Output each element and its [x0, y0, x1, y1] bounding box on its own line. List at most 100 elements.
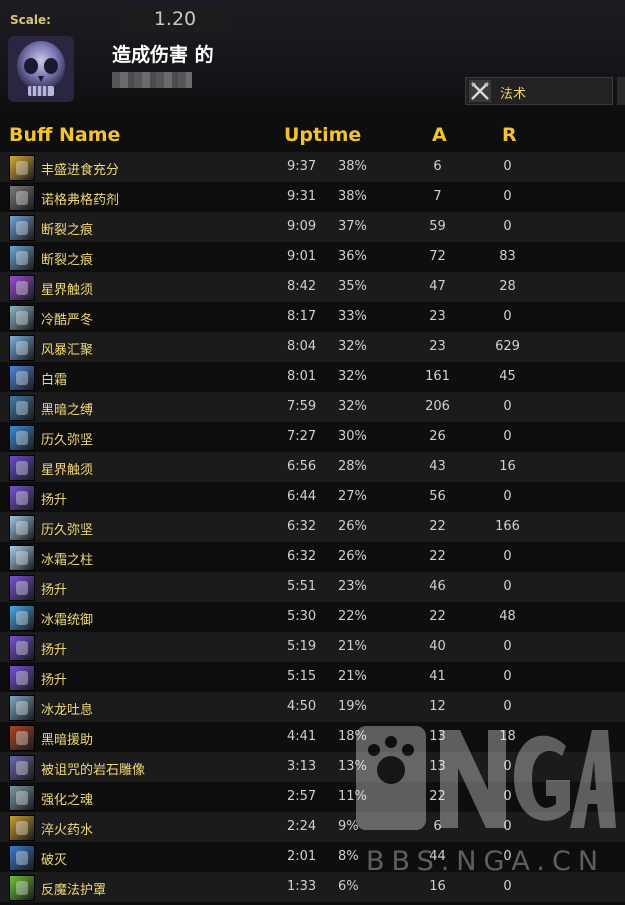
table-row[interactable]: 冰龙吐息 4:50 19% 12 0 — [0, 692, 625, 722]
buff-name: 被诅咒的岩石雕像 — [41, 763, 146, 778]
refreshes-count: 0 — [503, 219, 512, 234]
food-icon — [9, 155, 35, 181]
uptime-time: 2:57 — [287, 789, 317, 804]
uptime-percent: 36% — [338, 249, 367, 264]
applications-count: 23 — [429, 309, 446, 324]
frost-shard-icon — [9, 215, 35, 241]
uptime-percent: 13% — [338, 759, 367, 774]
uptime-percent: 38% — [338, 189, 367, 204]
table-row[interactable]: 白霜 8:01 32% 161 45 — [0, 362, 625, 392]
icon-highlight — [16, 881, 28, 895]
table-row[interactable]: 历久弥坚 6:32 26% 22 166 — [0, 512, 625, 542]
refreshes-count: 0 — [503, 639, 512, 654]
watermark-text: BBS.NGA.CN — [366, 846, 606, 877]
refreshes-count: 0 — [503, 489, 512, 504]
uptime-time: 9:37 — [287, 159, 317, 174]
table-row[interactable]: 断裂之痕 9:01 36% 72 83 — [0, 242, 625, 272]
buff-name: 冰霜统御 — [41, 613, 94, 628]
icon-highlight — [16, 461, 28, 475]
storm-icon — [9, 335, 35, 361]
table-row[interactable]: 断裂之痕 9:09 37% 59 0 — [0, 212, 625, 242]
buff-name: 风暴汇聚 — [41, 343, 94, 358]
scale-input[interactable]: 1.20 — [120, 6, 230, 32]
icon-highlight — [16, 731, 28, 745]
buff-name: 历久弥坚 — [41, 433, 94, 448]
uptime-percent: 21% — [338, 669, 367, 684]
column-header-r[interactable]: R — [502, 124, 517, 146]
buff-name: 反魔法护罩 — [41, 883, 107, 898]
header-panel: Scale: 1.20 造成伤害 的 法术 — [0, 0, 625, 110]
buff-name: 冷酷严冬 — [41, 313, 94, 328]
tab-next[interactable] — [617, 77, 625, 105]
table-row[interactable]: 冰霜统御 5:30 22% 22 48 — [0, 602, 625, 632]
applications-count: 23 — [429, 339, 446, 354]
icon-highlight — [16, 371, 28, 385]
uptime-time: 7:27 — [287, 429, 317, 444]
table-row[interactable]: 扬升 5:51 23% 46 0 — [0, 572, 625, 602]
column-header-uptime[interactable]: Uptime — [284, 124, 361, 146]
refreshes-count: 0 — [503, 789, 512, 804]
table-row[interactable]: 星界触须 8:42 35% 47 28 — [0, 272, 625, 302]
buff-name: 星界触须 — [41, 283, 94, 298]
icon-highlight — [16, 641, 28, 655]
refreshes-count: 0 — [503, 879, 512, 894]
uptime-percent: 33% — [338, 309, 367, 324]
page-title: 造成伤害 的 — [112, 44, 214, 66]
table-row[interactable]: 冷酷严冬 8:17 33% 23 0 — [0, 302, 625, 332]
refreshes-count: 0 — [503, 669, 512, 684]
obliterate-icon — [9, 845, 35, 871]
icon-highlight — [16, 341, 28, 355]
table-row[interactable]: 强化之魂 2:57 11% 22 0 — [0, 782, 625, 812]
icon-highlight — [16, 281, 28, 295]
table-row[interactable]: 丰盛进食充分 9:37 38% 6 0 — [0, 152, 625, 182]
table-row[interactable]: 黑暗援助 4:41 18% 13 18 — [0, 722, 625, 752]
icon-highlight — [16, 611, 28, 625]
applications-count: 22 — [429, 609, 446, 624]
column-header-a[interactable]: A — [432, 124, 447, 146]
icon-highlight — [16, 191, 28, 205]
table-row[interactable]: 扬升 6:44 27% 56 0 — [0, 482, 625, 512]
table-row[interactable]: 冰霜之柱 6:32 26% 22 0 — [0, 542, 625, 572]
frost-shard-icon — [9, 245, 35, 271]
refreshes-count: 0 — [503, 189, 512, 204]
uptime-percent: 22% — [338, 609, 367, 624]
table-row[interactable]: 历久弥坚 7:27 30% 26 0 — [0, 422, 625, 452]
uptime-percent: 8% — [338, 849, 359, 864]
ascend-icon — [9, 635, 35, 661]
uptime-percent: 18% — [338, 729, 367, 744]
applications-count: 6 — [433, 819, 442, 834]
refreshes-count: 28 — [499, 279, 516, 294]
uptime-percent: 37% — [338, 219, 367, 234]
buff-name: 扬升 — [41, 493, 68, 508]
tab-spell[interactable]: 法术 — [465, 77, 613, 105]
icon-highlight — [16, 551, 28, 565]
table-row[interactable]: 黑暗之缚 7:59 32% 206 0 — [0, 392, 625, 422]
column-header-buff-name[interactable]: Buff Name — [9, 124, 120, 146]
uptime-time: 8:04 — [287, 339, 317, 354]
table-row[interactable]: 扬升 5:15 21% 41 0 — [0, 662, 625, 692]
uptime-time: 4:50 — [287, 699, 317, 714]
table-row[interactable]: 诺格弗格药剂 9:31 38% 7 0 — [0, 182, 625, 212]
uptime-percent: 21% — [338, 639, 367, 654]
refreshes-count: 48 — [499, 609, 516, 624]
buff-name: 扬升 — [41, 583, 68, 598]
buff-name: 冰霜之柱 — [41, 553, 94, 568]
icon-highlight — [16, 581, 28, 595]
buff-table: 丰盛进食充分 9:37 38% 6 0 诺格弗格药剂 9:31 38% 7 0 断裂之痕 9:09 37… — [0, 152, 625, 902]
ice-pillar-icon — [9, 545, 35, 571]
uptime-percent: 28% — [338, 459, 367, 474]
table-row[interactable]: 星界触须 6:56 28% 43 16 — [0, 452, 625, 482]
refreshes-count: 0 — [503, 429, 512, 444]
table-row[interactable]: 扬升 5:19 21% 40 0 — [0, 632, 625, 662]
table-row[interactable]: 风暴汇聚 8:04 32% 23 629 — [0, 332, 625, 362]
uptime-time: 8:42 — [287, 279, 317, 294]
tab-spell-label: 法术 — [500, 87, 527, 102]
winter-icon — [9, 305, 35, 331]
table-row[interactable]: 淬火药水 2:24 9% 6 0 — [0, 812, 625, 842]
applications-count: 22 — [429, 549, 446, 564]
table-row[interactable]: 被诅咒的岩石雕像 3:13 13% 13 0 — [0, 752, 625, 782]
uptime-time: 6:44 — [287, 489, 317, 504]
applications-count: 12 — [429, 699, 446, 714]
applications-count: 22 — [429, 519, 446, 534]
buff-name: 丰盛进食充分 — [41, 163, 120, 178]
